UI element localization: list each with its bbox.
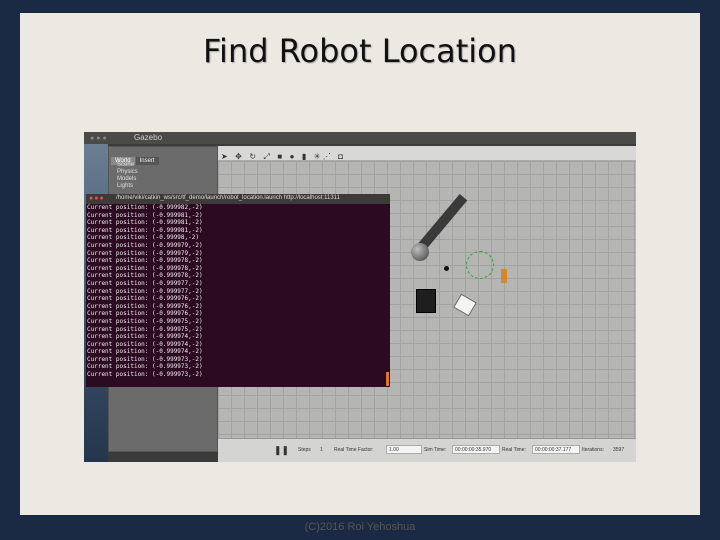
terminal-line: Current position: (-0.999978,-2) bbox=[87, 272, 203, 280]
terminal-title: /home/viki/catkin_ws/src/tf_demo/launch/… bbox=[116, 195, 340, 201]
terminal-line: Current position: (-0.999974,-2) bbox=[87, 340, 203, 348]
tree-item-lights[interactable]: Lights bbox=[117, 183, 138, 190]
real-time-factor-label: Real Time Factor: bbox=[334, 447, 374, 453]
terminal-line: Current position: (-0.999973,-2) bbox=[87, 355, 203, 363]
sim-time-label: Sim Time: bbox=[424, 447, 447, 453]
terminal-line: Current position: (-0.999978,-2) bbox=[87, 264, 203, 272]
terminal-line: Current position: (-0.999977,-2) bbox=[87, 279, 203, 287]
terminal-line: Current position: (-0.999975,-2) bbox=[87, 317, 203, 325]
terminal-line: Current position: (-0.999979,-2) bbox=[87, 249, 203, 257]
tree-item-models[interactable]: Models bbox=[117, 176, 138, 183]
iterations-value: 3597 bbox=[613, 447, 625, 453]
terminal-line: Current position: (-0.999973,-2) bbox=[87, 363, 203, 371]
terminal-line: Current position: (-0.999976,-2) bbox=[87, 295, 203, 303]
gazebo-title-bar: ●●● Gazebo bbox=[84, 132, 636, 144]
gazebo-toolbar: ➤ ✥ ↻ ⤢ ■ ● ▮ ✳ ⋰ ◘ bbox=[218, 146, 636, 161]
terminal-line: Current position: (-0.999977,-2) bbox=[87, 287, 203, 295]
terminal-line: Current position: (-0.999973,-2) bbox=[87, 371, 203, 379]
terminal-line: Current position: (-0.999974,-2) bbox=[87, 333, 203, 341]
terminal-line: Current position: (-0.999981,-2) bbox=[87, 226, 203, 234]
terminal-output: Current position: (-0.999982,-2) Current … bbox=[87, 204, 383, 387]
table-model[interactable] bbox=[416, 289, 436, 313]
terminal-line: Current position: (-0.999974,-2) bbox=[87, 348, 203, 356]
steps-label: Steps bbox=[298, 447, 311, 453]
terminal-title-bar: ●●● /home/viki/catkin_ws/src/tf_demo/lau… bbox=[86, 194, 390, 204]
tree-item-scene[interactable]: Scene bbox=[117, 162, 138, 169]
sim-time-value: 00:00:00:35.970 bbox=[452, 445, 500, 454]
iterations-label: Iterations: bbox=[582, 447, 604, 453]
terminal-line: Current position: (-0.999975,-2) bbox=[87, 325, 203, 333]
terminal-window[interactable]: ●●● /home/viki/catkin_ws/src/tf_demo/lau… bbox=[86, 194, 390, 387]
terminal-line: Current position: (-0.999978,-2) bbox=[87, 257, 203, 265]
box-model[interactable] bbox=[453, 293, 477, 317]
simulation-status-bar: ❚❚ Steps 1 Real Time Factor: 1.00 Sim Ti… bbox=[218, 438, 636, 462]
slide-title: Find Robot Location bbox=[202, 32, 518, 70]
terminal-line: Current position: (-0.999976,-2) bbox=[87, 310, 203, 318]
steps-value[interactable]: 1 bbox=[320, 447, 323, 453]
real-time-label: Real Time: bbox=[502, 447, 526, 453]
terminal-line: Current position: (-0.999976,-2) bbox=[87, 302, 203, 310]
tf-frame-circle bbox=[466, 251, 494, 279]
tree-item-physics[interactable]: Physics bbox=[117, 169, 138, 176]
window-control-icons[interactable]: ●●● bbox=[90, 135, 109, 142]
world-tree: Scene Physics Models Lights bbox=[117, 162, 138, 190]
terminal-window-buttons[interactable]: ●●● bbox=[89, 195, 105, 202]
real-time-factor-value: 1.00 bbox=[386, 445, 422, 454]
slide-footer: (C)2016 Roi Yehoshua bbox=[304, 521, 416, 533]
tab-insert[interactable]: Insert bbox=[135, 157, 159, 165]
terminal-scrollbar[interactable] bbox=[386, 372, 389, 386]
pause-icon[interactable]: ❚❚ bbox=[274, 445, 289, 456]
sphere-model[interactable] bbox=[411, 243, 429, 261]
gazebo-window-title: Gazebo bbox=[134, 133, 163, 142]
robot-marker bbox=[444, 266, 449, 271]
terminal-line: Current position: (-0.99998,-2) bbox=[87, 234, 199, 242]
real-time-value: 00:00:00:37.177 bbox=[532, 445, 580, 454]
terminal-line: Current position: (-0.999981,-2) bbox=[87, 211, 203, 219]
cylinder-model[interactable] bbox=[501, 269, 507, 283]
terminal-line: Current position: (-0.999981,-2) bbox=[87, 219, 203, 227]
terminal-line: Current position: (-0.999982,-2) bbox=[87, 204, 203, 211]
terminal-line: Current position: (-0.999979,-2) bbox=[87, 241, 203, 249]
